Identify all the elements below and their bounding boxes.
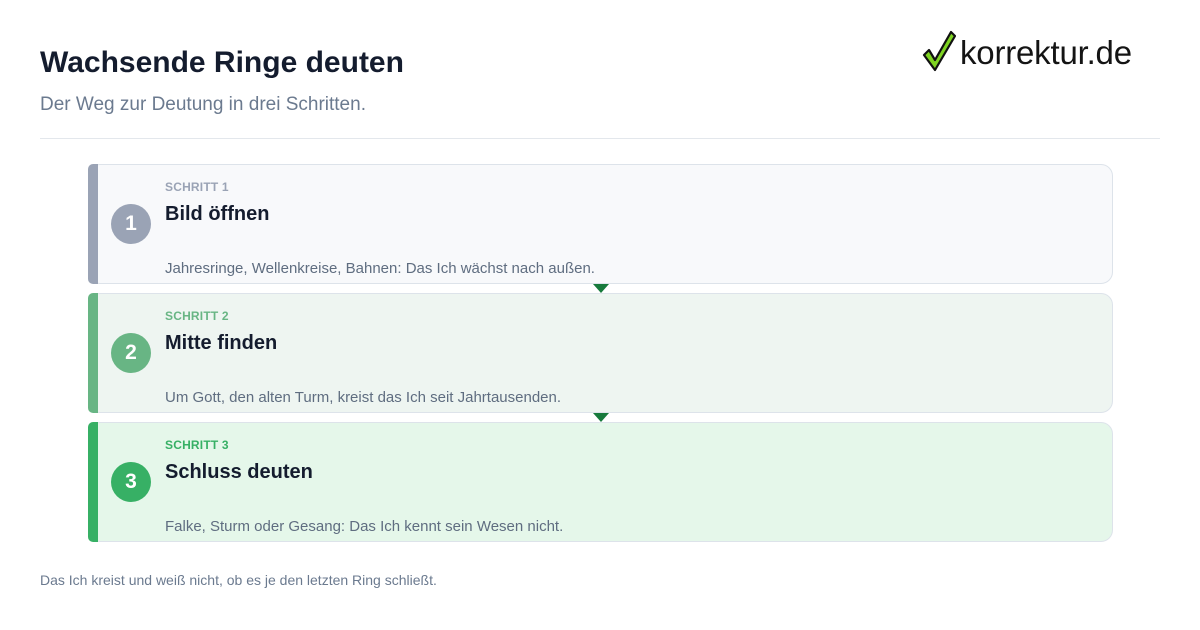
step-card: 1 SCHRITT 1 Bild öffnen Jahresringe, Wel… — [88, 164, 1113, 284]
step-number-badge: 1 — [111, 204, 151, 244]
connector-arrow-icon — [593, 284, 609, 293]
step-card: 2 SCHRITT 2 Mitte finden Um Gott, den al… — [88, 293, 1113, 413]
step-card: 3 SCHRITT 3 Schluss deuten Falke, Sturm … — [88, 422, 1113, 542]
page-title: Wachsende Ringe deuten — [40, 46, 404, 79]
step-accent-bar — [88, 293, 98, 413]
step-accent-bar — [88, 164, 98, 284]
footer-note: Das Ich kreist und weiß nicht, ob es je … — [40, 572, 437, 588]
step-title: Mitte finden — [165, 332, 278, 354]
header-divider — [40, 138, 1160, 139]
connector-arrow-icon — [593, 413, 609, 422]
page-subtitle: Der Weg zur Deutung in drei Schritten. — [40, 94, 366, 115]
step-title: Schluss deuten — [165, 461, 313, 483]
step-description: Jahresringe, Wellenkreise, Bahnen: Das I… — [165, 260, 595, 277]
step-number-badge: 3 — [111, 462, 151, 502]
step-title: Bild öffnen — [165, 203, 270, 225]
header: Wachsende Ringe deuten Der Weg zur Deutu… — [40, 0, 1160, 139]
checkmark-icon — [922, 30, 956, 72]
step-kicker: SCHRITT 2 — [165, 309, 229, 323]
step-accent-bar — [88, 422, 98, 542]
logo[interactable]: korrektur.de — [922, 30, 1156, 74]
step-description: Falke, Sturm oder Gesang: Das Ich kennt … — [165, 518, 564, 535]
step-description: Um Gott, den alten Turm, kreist das Ich … — [165, 389, 562, 406]
step-kicker: SCHRITT 1 — [165, 180, 229, 194]
logo-text: korrektur.de — [960, 34, 1132, 71]
step-kicker: SCHRITT 3 — [165, 438, 229, 452]
step-number-badge: 2 — [111, 333, 151, 373]
